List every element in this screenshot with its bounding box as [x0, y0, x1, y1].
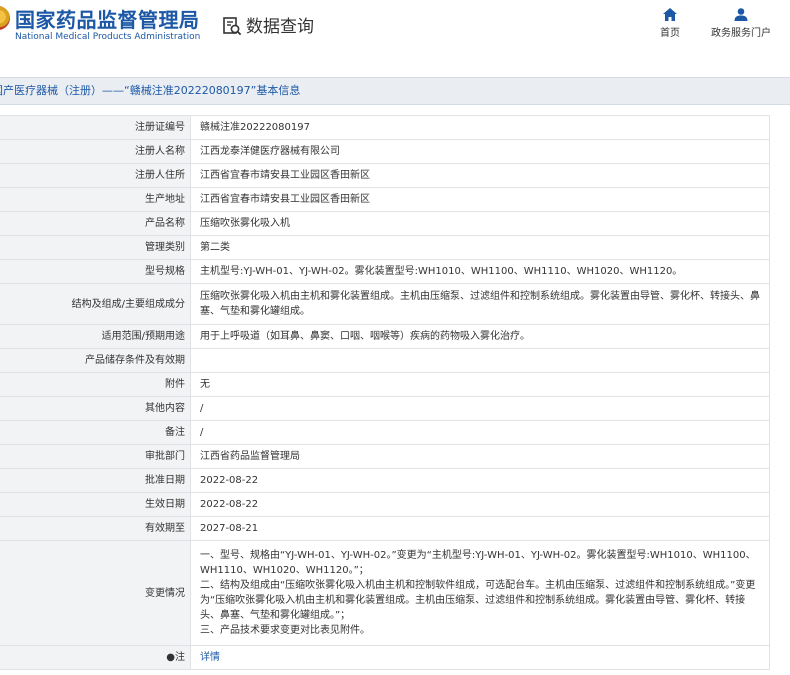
change-item: 一、型号、规格由“YJ-WH-01、YJ-WH-02。”变更为“主机型号:YJ-… — [200, 550, 756, 576]
table-row: 管理类别 第二类 — [0, 235, 770, 260]
change-history: 一、型号、规格由“YJ-WH-01、YJ-WH-02。”变更为“主机型号:YJ-… — [190, 540, 770, 646]
table-row: 变更情况 一、型号、规格由“YJ-WH-01、YJ-WH-02。”变更为“主机型… — [0, 540, 770, 646]
table-row: 注册人住所 江西省宜春市靖安县工业园区香田新区 — [0, 163, 770, 188]
field-value: 详情 — [190, 645, 770, 670]
table-row: ●注 详情 — [0, 645, 770, 670]
table-row: 产品名称 压缩吹张雾化吸入机 — [0, 211, 770, 236]
table-row: 批准日期 2022-08-22 — [0, 468, 770, 493]
field-value: 第二类 — [190, 235, 770, 260]
field-value: 用于上呼吸道（如耳鼻、鼻窦、口咽、咽喉等）疾病的药物吸入雾化治疗。 — [190, 324, 770, 349]
field-label: 注册人名称 — [0, 139, 191, 164]
table-row: 注册人名称 江西龙泰洋健医疗器械有限公司 — [0, 139, 770, 164]
table-row: 型号规格 主机型号:YJ-WH-01、YJ-WH-02。雾化装置型号:WH1010… — [0, 259, 770, 284]
field-label: 批准日期 — [0, 468, 191, 493]
field-label: 产品名称 — [0, 211, 191, 236]
field-label: 附件 — [0, 372, 191, 397]
change-item: 二、结构及组成由“压缩吹张雾化吸入机由主机和控制软件组成，可选配台车。主机由压缩… — [200, 580, 756, 621]
field-value: 2022-08-22 — [190, 492, 770, 517]
field-label: 其他内容 — [0, 396, 191, 421]
field-label: 生效日期 — [0, 492, 191, 517]
table-row: 生效日期 2022-08-22 — [0, 492, 770, 517]
table-row: 产品储存条件及有效期 — [0, 348, 770, 373]
field-value: / — [190, 420, 770, 445]
field-label: 变更情况 — [0, 540, 191, 646]
home-icon — [663, 8, 677, 21]
site-logo-cn[interactable]: 国家药品监督管理局 — [15, 4, 200, 33]
field-value: 江西龙泰洋健医疗器械有限公司 — [190, 139, 770, 164]
field-value: 主机型号:YJ-WH-01、YJ-WH-02。雾化装置型号:WH1010、WH1… — [190, 259, 770, 284]
field-label: 型号规格 — [0, 259, 191, 284]
data-search-icon — [223, 17, 242, 36]
field-label: 适用范围/预期用途 — [0, 324, 191, 349]
nav-service-portal[interactable]: 政务服务门户 — [705, 8, 777, 39]
field-label: 备注 — [0, 420, 191, 445]
table-row: 注册证编号 赣械注准20222080197 — [0, 115, 770, 140]
field-value: 江西省宜春市靖安县工业园区香田新区 — [190, 187, 770, 212]
table-row: 其他内容 / — [0, 396, 770, 421]
registration-info-table: 注册证编号 赣械注准20222080197 注册人名称 江西龙泰洋健医疗器械有限公司… — [0, 115, 770, 670]
field-value: 压缩吹张雾化吸入机 — [190, 211, 770, 236]
change-item: 三、产品技术要求变更对比表见附件。 — [200, 625, 370, 636]
nav-home[interactable]: 首页 — [655, 8, 685, 39]
field-value: 江西省宜春市靖安县工业园区香田新区 — [190, 163, 770, 188]
user-icon — [734, 8, 748, 21]
nav-portal-label: 政务服务门户 — [711, 28, 771, 39]
note-label: 注 — [175, 652, 185, 663]
site-logo-en[interactable]: National Medical Products Administration — [15, 32, 200, 42]
field-label: 生产地址 — [0, 187, 191, 212]
table-row: 适用范围/预期用途 用于上呼吸道（如耳鼻、鼻窦、口咽、咽喉等）疾病的药物吸入雾化治… — [0, 324, 770, 349]
field-value: 赣械注准20222080197 — [190, 115, 770, 140]
breadcrumb-text: 国产医疗器械（注册）——“赣械注准20222080197”基本信息 — [0, 84, 301, 97]
site-header: 国家药品监督管理局 National Medical Products Admi… — [0, 0, 790, 62]
field-value: 压缩吹张雾化吸入机由主机和雾化装置组成。主机由压缩泵、过滤组件和控制系统组成。雾… — [190, 283, 770, 325]
table-row: 生产地址 江西省宜春市靖安县工业园区香田新区 — [0, 187, 770, 212]
nav-home-label: 首页 — [660, 28, 680, 39]
field-label: 注册人住所 — [0, 163, 191, 188]
field-label: 审批部门 — [0, 444, 191, 469]
table-row: 审批部门 江西省药品监督管理局 — [0, 444, 770, 469]
field-label: 有效期至 — [0, 516, 191, 541]
field-value: 2022-08-22 — [190, 468, 770, 493]
field-value: 江西省药品监督管理局 — [190, 444, 770, 469]
field-value: 2027-08-21 — [190, 516, 770, 541]
details-link[interactable]: 详情 — [200, 652, 220, 663]
page-title: 数据查询 — [222, 12, 314, 37]
field-label: ●注 — [0, 645, 191, 670]
table-row: 有效期至 2027-08-21 — [0, 516, 770, 541]
field-label: 产品储存条件及有效期 — [0, 348, 191, 373]
field-value: 无 — [190, 372, 770, 397]
field-label: 注册证编号 — [0, 115, 191, 140]
field-label: 结构及组成/主要组成成分 — [0, 283, 191, 325]
table-row: 结构及组成/主要组成成分 压缩吹张雾化吸入机由主机和雾化装置组成。主机由压缩泵、过… — [0, 283, 770, 325]
nmpa-emblem-icon — [0, 6, 10, 30]
breadcrumb: 国产医疗器械（注册）——“赣械注准20222080197”基本信息 — [0, 77, 790, 105]
table-row: 附件无 — [0, 372, 770, 397]
table-row: 备注 / — [0, 420, 770, 445]
field-value — [190, 348, 770, 373]
field-value: / — [190, 396, 770, 421]
page-title-text: 数据查询 — [246, 17, 314, 37]
field-label: 管理类别 — [0, 235, 191, 260]
note-bullet-icon: ● — [166, 652, 175, 663]
